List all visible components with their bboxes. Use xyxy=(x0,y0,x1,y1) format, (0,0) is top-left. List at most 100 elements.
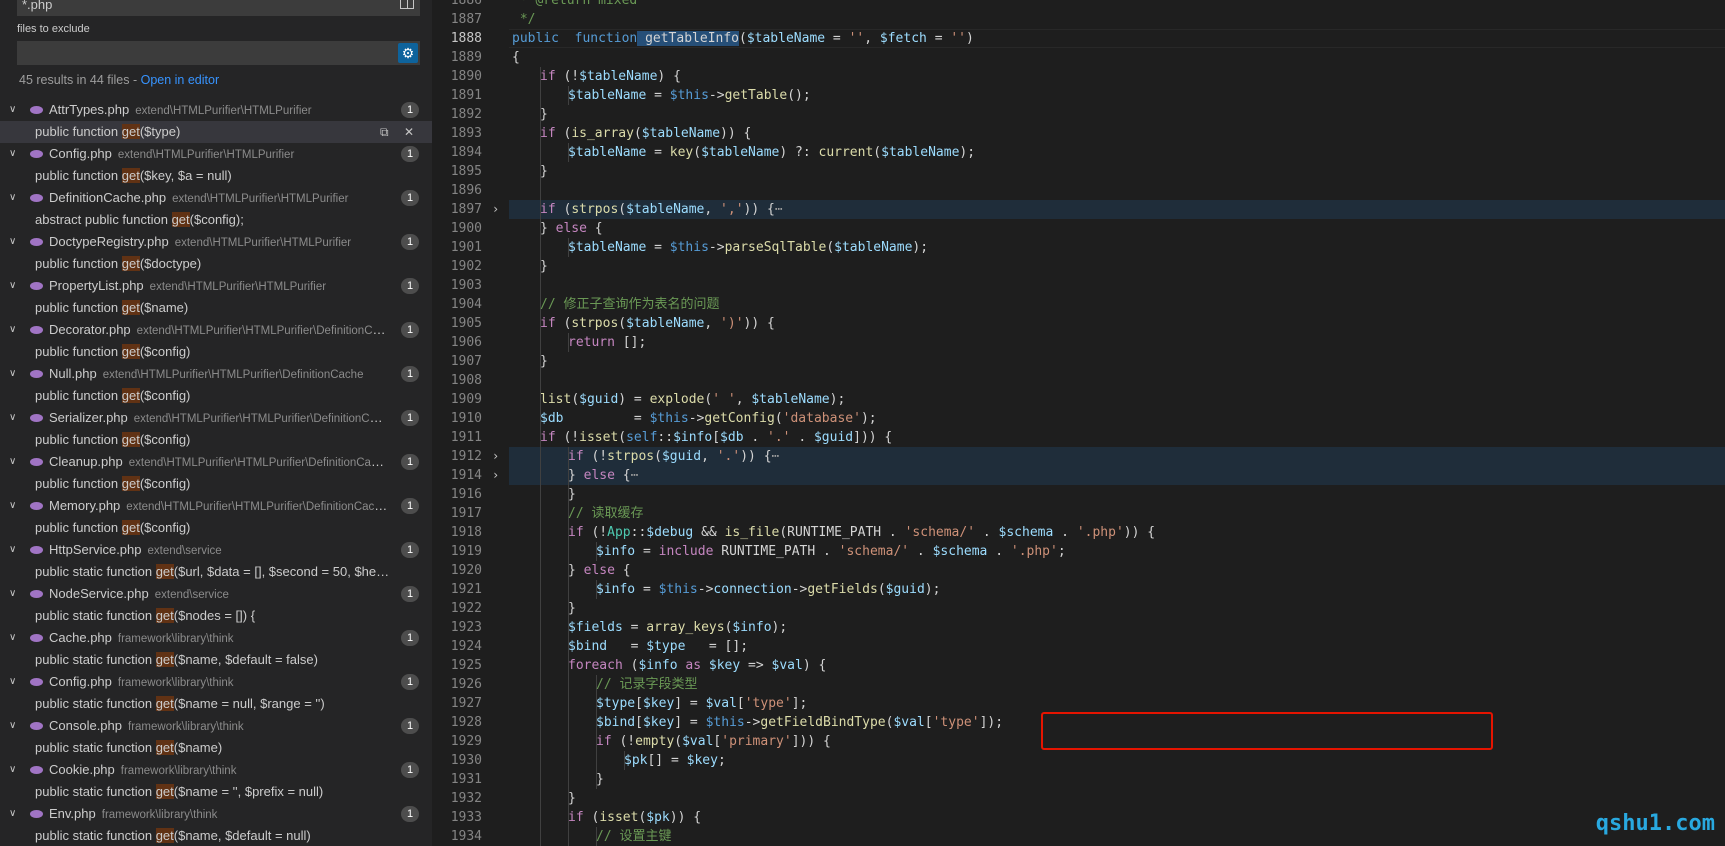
fold-chevron-icon[interactable]: › xyxy=(492,200,499,219)
code-line[interactable]: 1914 ›} else {⋯ xyxy=(432,466,1725,485)
code-line[interactable]: 1897 › if (strpos($tableName, ',')) {⋯ xyxy=(432,200,1725,219)
code-line[interactable]: 1900} else { xyxy=(432,219,1725,238)
code-line[interactable]: 1917 // 读取缓存 xyxy=(432,504,1725,523)
result-file-row[interactable]: ∨ Null.php extend\HTMLPurifier\HTMLPurifie… xyxy=(0,363,432,385)
result-match-row[interactable]: public static function get($name) xyxy=(0,737,390,759)
chevron-down-icon[interactable]: ∨ xyxy=(9,451,23,473)
code-line[interactable]: 1902} xyxy=(432,257,1725,276)
code-line[interactable]: 1905 if (strpos($tableName, ')')) { xyxy=(432,314,1725,333)
code-line[interactable]: 1927 $type[$key] = $val['type']; xyxy=(432,694,1725,713)
replace-icon[interactable]: ⧉ xyxy=(380,121,389,143)
code-line[interactable]: 1923 $fields = array_keys($info); xyxy=(432,618,1725,637)
chevron-down-icon[interactable]: ∨ xyxy=(9,803,23,825)
code-line[interactable]: 1926 // 记录字段类型 xyxy=(432,675,1725,694)
code-line[interactable]: 1901 $tableName = $this->parseSqlTable($t… xyxy=(432,238,1725,257)
fold-chevron-icon[interactable]: › xyxy=(492,466,499,485)
result-file-row[interactable]: ∨ Serializer.php extend\HTMLPurifier\HTMLP… xyxy=(0,407,432,429)
close-icon[interactable]: ✕ xyxy=(404,121,414,143)
result-match-row[interactable]: public static function get($url, $data =… xyxy=(0,561,390,583)
gear-icon[interactable]: ⚙ xyxy=(398,43,418,63)
result-file-row[interactable]: ∨ Env.php framework\library\think 1 xyxy=(0,803,432,825)
code-line[interactable]: 1920} else { xyxy=(432,561,1725,580)
code-line[interactable]: 1933 if (isset($pk)) { xyxy=(432,808,1725,827)
result-match-row[interactable]: public function get($config) xyxy=(0,473,390,495)
result-match-row[interactable]: public function get($config) xyxy=(0,341,390,363)
code-line[interactable]: 1919 $info = include RUNTIME_PATH . 'sche… xyxy=(432,542,1725,561)
chevron-down-icon[interactable]: ∨ xyxy=(9,495,23,517)
code-line[interactable]: 1903 xyxy=(432,276,1725,295)
result-match-row[interactable]: public static function get($nodes = []) … xyxy=(0,605,390,627)
code-editor[interactable]: 1886 * @return mixed 1887 */1888 public fu… xyxy=(432,0,1725,846)
code-line[interactable]: 1908 xyxy=(432,371,1725,390)
code-line[interactable]: 1924 $bind = $type = []; xyxy=(432,637,1725,656)
code-line[interactable]: 1892} xyxy=(432,105,1725,124)
code-line[interactable]: 1925 foreach ($info as $key => $val) { xyxy=(432,656,1725,675)
chevron-down-icon[interactable]: ∨ xyxy=(9,187,23,209)
code-line[interactable]: 1911 if (!isset(self::$info[$db . '.' . $… xyxy=(432,428,1725,447)
result-file-row[interactable]: ∨ PropertyList.php extend\HTMLPurifier\HTM… xyxy=(0,275,432,297)
code-line[interactable]: 1888 public function getTableInfo($tableN… xyxy=(432,29,1725,48)
code-line[interactable]: 1932} xyxy=(432,789,1725,808)
chevron-down-icon[interactable]: ∨ xyxy=(9,143,23,165)
code-line[interactable]: 1906 return []; xyxy=(432,333,1725,352)
chevron-down-icon[interactable]: ∨ xyxy=(9,319,23,341)
code-line[interactable]: 1922} xyxy=(432,599,1725,618)
chevron-down-icon[interactable]: ∨ xyxy=(9,583,23,605)
result-file-row[interactable]: ∨ Console.php framework\library\think 1 xyxy=(0,715,432,737)
result-file-row[interactable]: ∨ Cookie.php framework\library\think 1 xyxy=(0,759,432,781)
result-file-row[interactable]: ∨ Cleanup.php extend\HTMLPurifier\HTMLPuri… xyxy=(0,451,432,473)
result-file-row[interactable]: ∨ Memory.php extend\HTMLPurifier\HTMLPurif… xyxy=(0,495,432,517)
chevron-down-icon[interactable]: ∨ xyxy=(9,275,23,297)
result-file-row[interactable]: ∨ DoctypeRegistry.php extend\HTMLPurifier\… xyxy=(0,231,432,253)
book-icon[interactable] xyxy=(400,0,414,9)
code-line[interactable]: 1916} xyxy=(432,485,1725,504)
result-match-row[interactable]: public function get($config) xyxy=(0,429,390,451)
result-file-row[interactable]: ∨ Cache.php framework\library\think 1 xyxy=(0,627,432,649)
code-line[interactable]: 1890 if (!$tableName) { xyxy=(432,67,1725,86)
result-match-row[interactable]: public function get($name) xyxy=(0,297,390,319)
code-line[interactable]: 1904 // 修正子查询作为表名的问题 xyxy=(432,295,1725,314)
files-to-exclude-input[interactable]: ⚙ xyxy=(17,41,420,65)
chevron-down-icon[interactable]: ∨ xyxy=(9,671,23,693)
chevron-down-icon[interactable]: ∨ xyxy=(9,715,23,737)
code-line[interactable]: 1934 // 设置主键 xyxy=(432,827,1725,846)
result-match-row[interactable]: public function get($type) ⧉ ✕ xyxy=(0,121,432,143)
chevron-down-icon[interactable]: ∨ xyxy=(9,627,23,649)
code-line[interactable]: 1918 if (!App::$debug && is_file(RUNTIME_… xyxy=(432,523,1725,542)
result-match-row[interactable]: public function get($key, $a = null) xyxy=(0,165,390,187)
result-file-row[interactable]: ∨ Decorator.php extend\HTMLPurifier\HTMLPu… xyxy=(0,319,432,341)
code-line[interactable]: 1910 $db = $this->getConfig('database'); xyxy=(432,409,1725,428)
fold-chevron-icon[interactable]: › xyxy=(492,447,499,466)
files-to-include-input[interactable]: *.php xyxy=(17,0,420,16)
result-match-row[interactable]: public function get($config) xyxy=(0,517,390,539)
chevron-down-icon[interactable]: ∨ xyxy=(9,99,23,121)
result-match-row[interactable]: public function get($config) xyxy=(0,385,390,407)
open-in-editor-link[interactable]: Open in editor xyxy=(141,73,220,87)
result-file-row[interactable]: ∨ AttrTypes.php extend\HTMLPurifier\HTMLPu… xyxy=(0,99,432,121)
code-line[interactable]: 1894 $tableName = key($tableName) ?: curr… xyxy=(432,143,1725,162)
code-line[interactable]: 1889 { xyxy=(432,48,1725,67)
code-line[interactable]: 1896 xyxy=(432,181,1725,200)
code-line[interactable]: 1887 */ xyxy=(432,10,1725,29)
result-match-row[interactable]: public static function get($name, $defau… xyxy=(0,825,390,846)
code-line[interactable]: 1907} xyxy=(432,352,1725,371)
result-file-row[interactable]: ∨ DefinitionCache.php extend\HTMLPurifier\… xyxy=(0,187,432,209)
chevron-down-icon[interactable]: ∨ xyxy=(9,231,23,253)
code-line[interactable]: 1886 * @return mixed xyxy=(432,0,1725,10)
code-line[interactable]: 1893 if (is_array($tableName)) { xyxy=(432,124,1725,143)
result-match-row[interactable]: public function get($doctype) xyxy=(0,253,390,275)
result-file-row[interactable]: ∨ Config.php extend\HTMLPurifier\HTMLPurif… xyxy=(0,143,432,165)
code-line[interactable]: 1912 › if (!strpos($guid, '.')) {⋯ xyxy=(432,447,1725,466)
code-line[interactable]: 1930 $pk[] = $key; xyxy=(432,751,1725,770)
result-file-row[interactable]: ∨ HttpService.php extend\service 1 xyxy=(0,539,432,561)
code-line[interactable]: 1931} xyxy=(432,770,1725,789)
chevron-down-icon[interactable]: ∨ xyxy=(9,539,23,561)
code-line[interactable]: 1921 $info = $this->connection->getFields… xyxy=(432,580,1725,599)
result-match-row[interactable]: public static function get($name, $defau… xyxy=(0,649,390,671)
result-file-row[interactable]: ∨ NodeService.php extend\service 1 xyxy=(0,583,432,605)
code-line[interactable]: 1895} xyxy=(432,162,1725,181)
result-match-row[interactable]: public static function get($name = null,… xyxy=(0,693,390,715)
result-file-row[interactable]: ∨ Config.php framework\library\think 1 xyxy=(0,671,432,693)
code-line[interactable]: 1909 list($guid) = explode(' ', $tableNam… xyxy=(432,390,1725,409)
result-match-row[interactable]: abstract public function get($config); xyxy=(0,209,390,231)
